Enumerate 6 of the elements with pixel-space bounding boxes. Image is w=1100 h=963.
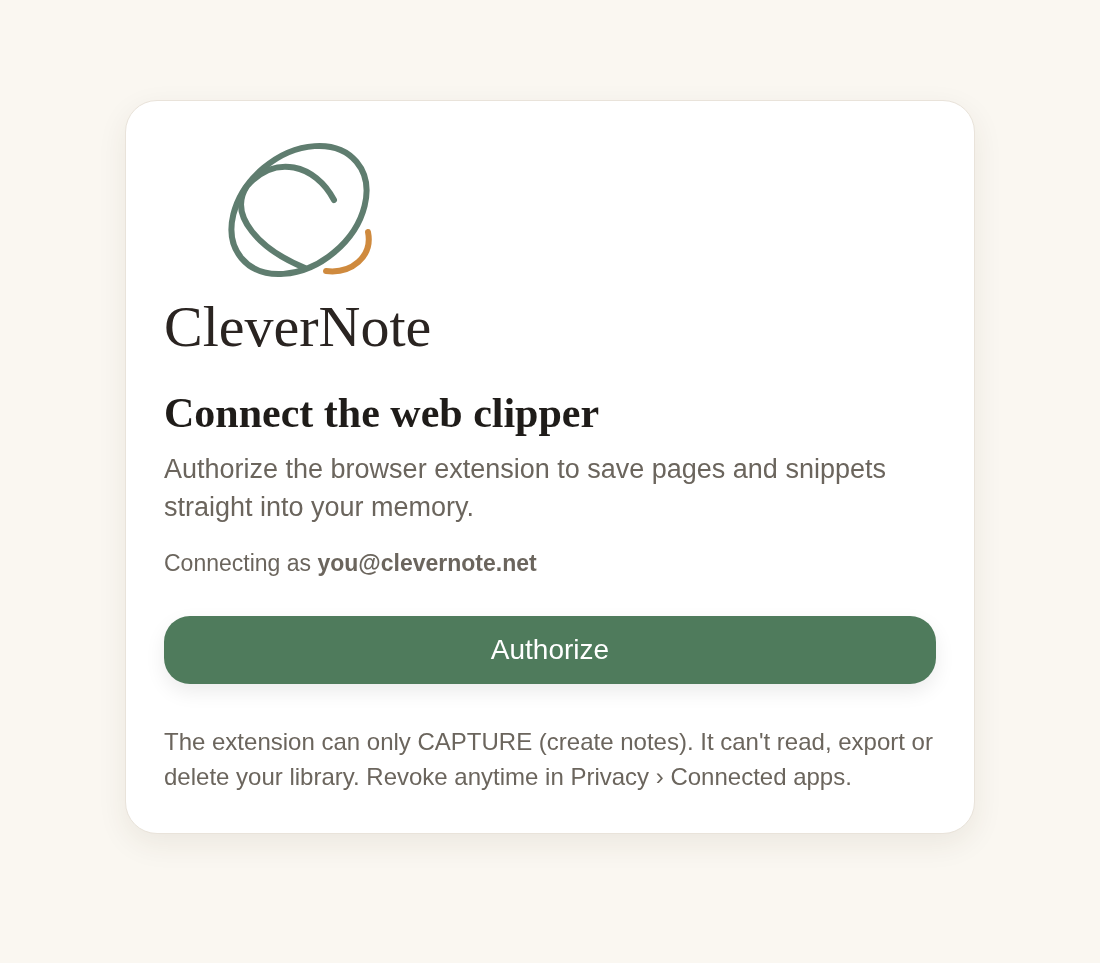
- footnote: The extension can only CAPTURE (create notes). It can't read, export or delete your library. Revoke anytime in Privacy › Connected apps.: [164, 727, 934, 792]
- description: Authorize the browser extension to save pages and snippets straight into your memory.: [164, 453, 887, 524]
- logo-wordmark: CleverNote: [164, 296, 432, 358]
- authorize-button[interactable]: Authorize: [164, 616, 936, 684]
- account-line: Connecting as you@clevernote.net: [164, 549, 538, 578]
- heading: Connect the web clipper: [164, 389, 601, 437]
